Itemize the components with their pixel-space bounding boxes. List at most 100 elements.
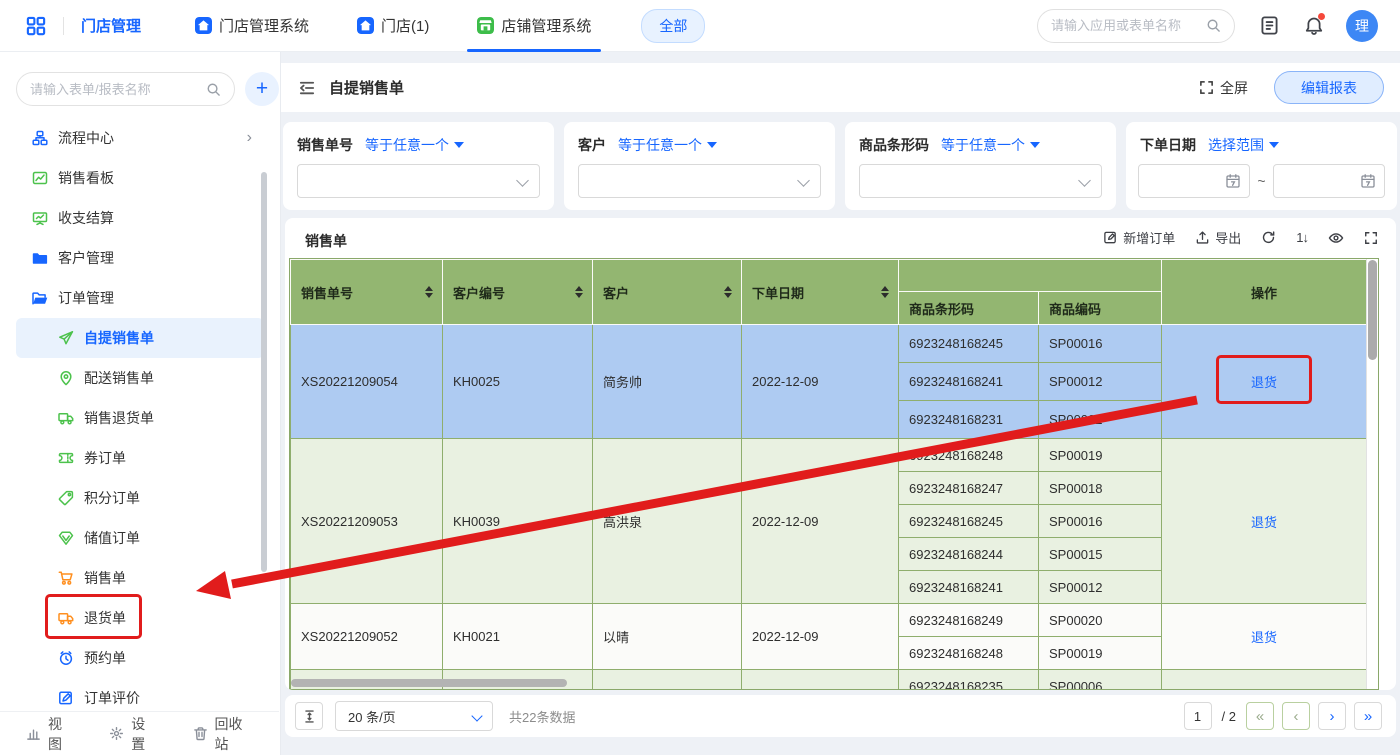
table-row[interactable]: XS20221209052KH0021以晴2022-12-09692324816…: [291, 604, 1367, 637]
sidebar-item-label: 配送销售单: [84, 368, 154, 388]
filter-sale-no-select[interactable]: [297, 164, 540, 198]
cell-barcode: 6923248168241: [899, 571, 1039, 604]
sidebar-item-order-review[interactable]: 订单评价: [16, 678, 264, 711]
sidebar-item-stored-value-order[interactable]: 储值订单: [16, 518, 264, 558]
cell-action: 退货: [1162, 439, 1367, 604]
cell-sale-no: XS20221209053: [291, 439, 443, 604]
sidebar-footer-recycle[interactable]: 回收站: [193, 714, 253, 754]
user-avatar[interactable]: 理: [1346, 10, 1378, 42]
address-book-icon[interactable]: [1259, 15, 1280, 36]
current-page-input[interactable]: 1: [1184, 702, 1212, 730]
column-subheader[interactable]: 商品条形码: [899, 292, 1039, 325]
cell-order-date: [742, 670, 899, 691]
fullscreen-icon: [1199, 80, 1214, 95]
filter-barcode-select[interactable]: [859, 164, 1102, 198]
date-to-input[interactable]: [1273, 164, 1385, 198]
cell-order-date: 2022-12-09: [742, 604, 899, 670]
return-order-icon: [58, 610, 74, 626]
edit-report-button[interactable]: 编辑报表: [1274, 71, 1384, 104]
sidebar-item-return-order[interactable]: 退货单: [16, 598, 264, 638]
pickup-sales-order-icon: [58, 330, 74, 346]
delivery-sales-order-icon: [58, 370, 74, 386]
tab-shop-mgmt-system[interactable]: 店铺管理系统: [453, 0, 615, 52]
sidebar-search[interactable]: [16, 72, 235, 106]
filter-operator-dropdown[interactable]: 等于任意一个: [365, 135, 464, 155]
first-page-button[interactable]: «: [1246, 702, 1274, 730]
chevron-down-icon: [797, 174, 810, 187]
apps-grid-icon[interactable]: [26, 16, 46, 36]
sidebar-item-income-settlement[interactable]: 收支结算: [16, 198, 264, 238]
global-search[interactable]: [1037, 9, 1235, 43]
sidebar-item-delivery-sales-order[interactable]: 配送销售单: [16, 358, 264, 398]
sidebar-item-process-center[interactable]: 流程中心›: [16, 118, 264, 158]
sidebar-item-points-order[interactable]: 积分订单: [16, 478, 264, 518]
tab-store-mgmt-system[interactable]: 门店管理系统: [171, 0, 333, 52]
column-subheader[interactable]: 商品编码: [1039, 292, 1162, 325]
column-header[interactable]: 下单日期: [742, 260, 899, 325]
fullscreen-button[interactable]: 全屏: [1199, 78, 1248, 98]
sort-icon[interactable]: [881, 286, 889, 298]
tab-store-1[interactable]: 门店(1): [333, 0, 453, 52]
table-vertical-scrollbar[interactable]: [1366, 259, 1378, 689]
sort-icon[interactable]: [724, 286, 732, 298]
sidebar-scrollbar[interactable]: [261, 172, 267, 572]
sort-icon[interactable]: [425, 286, 433, 298]
sidebar-search-input[interactable]: [30, 82, 206, 97]
column-header-action[interactable]: 操作: [1162, 260, 1367, 325]
page-size-select[interactable]: 20 条/页: [335, 701, 493, 731]
cell-customer-no: KH0039: [443, 439, 593, 604]
cell-sku: SP00019: [1039, 637, 1162, 670]
column-header[interactable]: 客户编号: [443, 260, 593, 325]
sidebar-item-customer-management[interactable]: 客户管理: [16, 238, 264, 278]
column-header[interactable]: 销售单号: [291, 260, 443, 325]
cell-barcode: 6923248168244: [899, 538, 1039, 571]
recycle-icon: [193, 726, 208, 741]
row-density-button[interactable]: [295, 702, 323, 730]
notification-bell-icon[interactable]: [1304, 16, 1324, 36]
sales-table: 销售单号客户编号客户下单日期 操作 商品条形码商品编码XS20221209054KH…: [290, 259, 1367, 690]
prev-page-button[interactable]: ‹: [1282, 702, 1310, 730]
return-action-link[interactable]: 退货: [1251, 375, 1277, 390]
sidebar-item-sales-order[interactable]: 销售单: [16, 558, 264, 598]
add-order-button[interactable]: 新增订单: [1103, 228, 1175, 247]
sidebar-item-coupon-order[interactable]: 券订单: [16, 438, 264, 478]
collapse-sidebar-icon[interactable]: [298, 79, 316, 97]
filter-operator-dropdown[interactable]: 等于任意一个: [618, 135, 717, 155]
nav-link-store-management[interactable]: 门店管理: [81, 15, 141, 36]
customer-management-icon: [32, 250, 48, 266]
table-horizontal-scrollbar[interactable]: [291, 679, 567, 687]
return-action-link[interactable]: 退货: [1251, 515, 1277, 530]
refresh-icon[interactable]: [1261, 230, 1276, 245]
next-page-button[interactable]: ›: [1318, 702, 1346, 730]
sidebar-footer-views[interactable]: 视图: [26, 714, 73, 754]
add-form-button[interactable]: +: [245, 72, 279, 106]
export-button[interactable]: 导出: [1195, 228, 1241, 247]
cell-barcode: 6923248168245: [899, 505, 1039, 538]
table-fullscreen-icon[interactable]: [1364, 231, 1378, 245]
visibility-eye-icon[interactable]: [1328, 230, 1344, 246]
sidebar-footer-settings[interactable]: 设置: [109, 714, 156, 754]
table-row[interactable]: XS20221209053KH0039高洪泉2022-12-0969232481…: [291, 439, 1367, 472]
sidebar-item-order-management[interactable]: 订单管理: [16, 278, 264, 318]
scrollbar-thumb[interactable]: [1368, 260, 1377, 360]
column-header[interactable]: 客户: [593, 260, 742, 325]
sidebar-item-pickup-sales-order[interactable]: 自提销售单: [16, 318, 264, 358]
cell-action: 退货: [1162, 604, 1367, 670]
filter-range-dropdown[interactable]: 选择范围: [1208, 135, 1279, 155]
filter-customer-select[interactable]: [578, 164, 821, 198]
sidebar-item-label: 退货单: [84, 608, 126, 628]
sort-toolbar-icon[interactable]: 1↓: [1296, 230, 1308, 245]
sidebar-item-label: 储值订单: [84, 528, 140, 548]
sidebar-item-sales-dashboard[interactable]: 销售看板: [16, 158, 264, 198]
global-search-input[interactable]: [1051, 18, 1206, 33]
last-page-button[interactable]: »: [1354, 702, 1382, 730]
all-apps-pill[interactable]: 全部: [641, 9, 705, 43]
table-row[interactable]: XS20221209054KH0025简务帅2022-12-0969232481…: [291, 325, 1367, 363]
return-action-link[interactable]: 退货: [1251, 630, 1277, 645]
sidebar-item-reservation-order[interactable]: 预约单: [16, 638, 264, 678]
sort-icon[interactable]: [575, 286, 583, 298]
filter-operator-dropdown[interactable]: 等于任意一个: [941, 135, 1040, 155]
date-from-input[interactable]: [1138, 164, 1250, 198]
sidebar-item-sales-return-order[interactable]: 销售退货单: [16, 398, 264, 438]
cell-customer-no: KH0025: [443, 325, 593, 439]
